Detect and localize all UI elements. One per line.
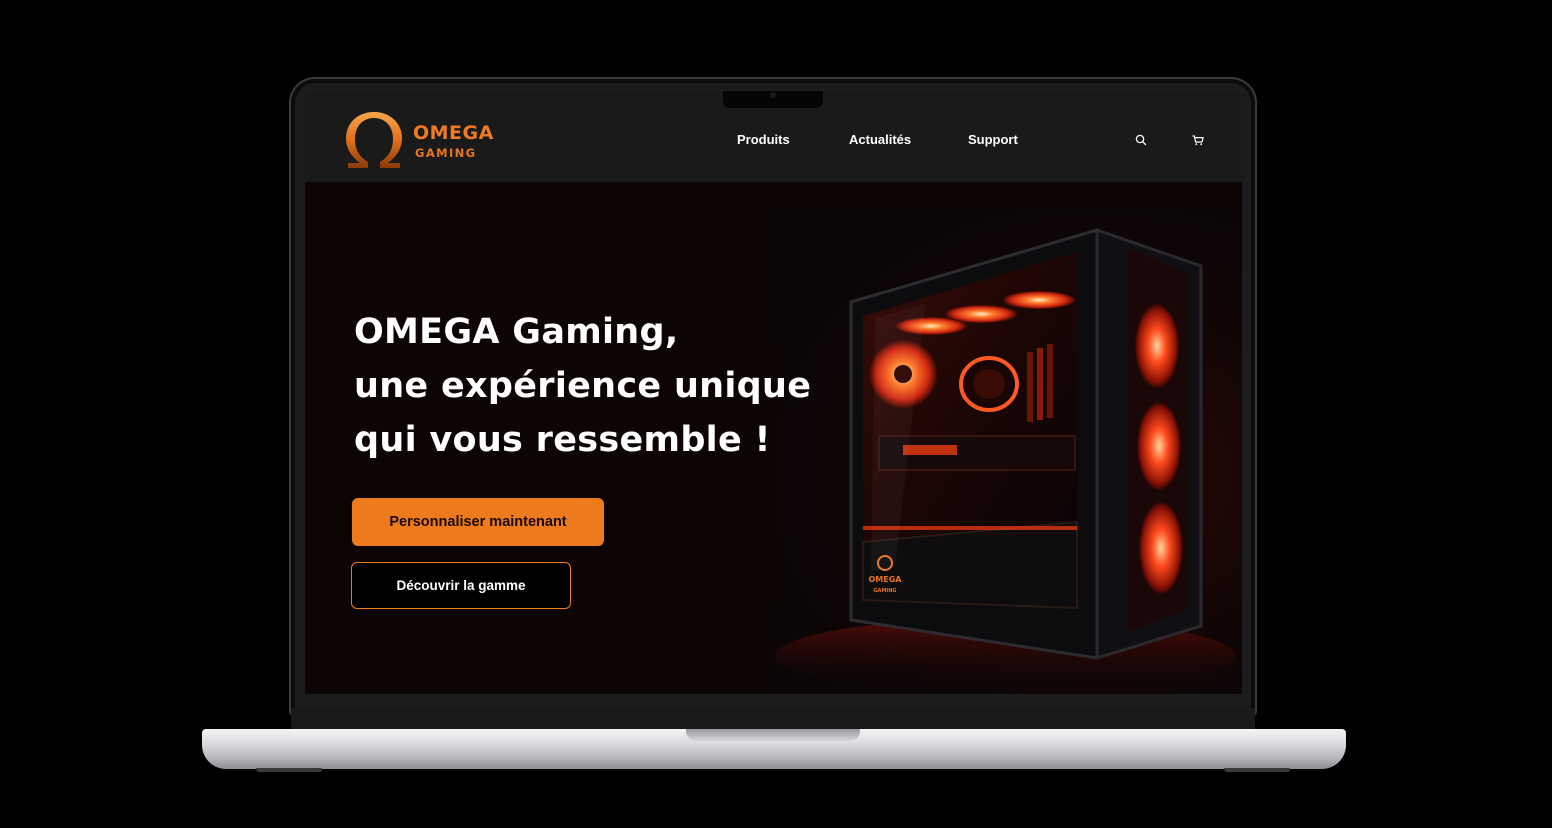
discover-range-button[interactable]: Découvrir la gamme [351,562,571,609]
laptop-opening-groove [686,729,860,741]
case-badge-name: OMEGA [869,575,903,584]
nav-link-support[interactable]: Support [968,132,1018,147]
brand-tagline: GAMING [415,146,477,160]
headline-line-2: une expérience unique [354,366,812,406]
nav-link-produits[interactable]: Produits [737,132,790,147]
customize-now-button[interactable]: Personnaliser maintenant [352,498,604,546]
hero-product-image: OMEGA GAMING [775,208,1242,694]
gaming-pc-illustration: OMEGA GAMING [775,227,1235,694]
brand-logo[interactable]: OMEGA GAMING [345,110,505,170]
cart-icon[interactable] [1191,133,1205,147]
hero-headline: OMEGA Gaming, une expérience unique qui … [354,305,834,467]
brand-name: OMEGA [413,122,494,144]
laptop-foot-right [1224,768,1290,772]
omega-logo-icon [346,112,402,168]
headline-line-3: qui vous ressemble ! [354,420,771,460]
headline-line-1: OMEGA Gaming, [354,312,679,352]
webcam-icon [770,92,776,98]
laptop-foot-left [256,768,322,772]
nav-link-actualites[interactable]: Actualités [849,132,911,147]
website-screen: OMEGA GAMING Produits Actualités Support [305,92,1242,694]
case-badge-tagline: GAMING [873,588,896,594]
search-icon[interactable] [1134,133,1148,147]
